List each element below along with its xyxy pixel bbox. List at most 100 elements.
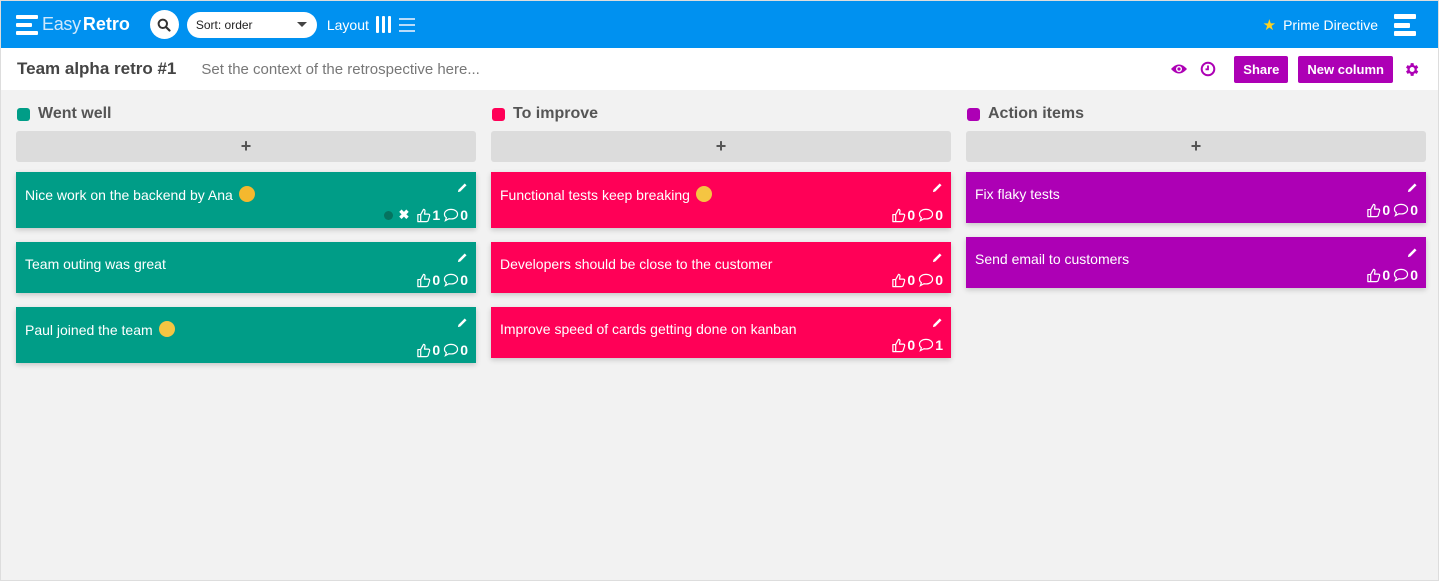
column-color-swatch bbox=[967, 107, 980, 121]
star-icon: ★ bbox=[1262, 16, 1277, 34]
add-card-button[interactable]: + bbox=[16, 131, 476, 162]
logo-icon bbox=[16, 14, 38, 35]
settings-button[interactable] bbox=[1403, 61, 1420, 78]
card-footer: 00 bbox=[1366, 202, 1418, 218]
main-menu-button[interactable] bbox=[1394, 14, 1416, 36]
like-count: 0 bbox=[1382, 267, 1391, 283]
comment-count: 0 bbox=[935, 207, 943, 223]
card-text: Fix flaky tests bbox=[966, 172, 1426, 202]
layout-rows-button[interactable] bbox=[398, 17, 415, 32]
edit-card-pencil-icon[interactable] bbox=[457, 315, 468, 333]
board-header: Team alpha retro #1 Set the context of t… bbox=[1, 48, 1438, 90]
edit-card-pencil-icon[interactable] bbox=[1407, 245, 1418, 263]
rows-icon bbox=[398, 17, 415, 20]
card-footer: 00 bbox=[1366, 267, 1418, 283]
card-list: Functional tests keep breaking 0 0 Develop… bbox=[491, 172, 951, 358]
card-footer: 00 bbox=[416, 272, 468, 288]
card[interactable]: Team outing was great 0 0 bbox=[16, 242, 476, 293]
comment-count: 0 bbox=[460, 272, 468, 288]
thumbs-up-icon bbox=[238, 186, 255, 202]
comment-bubble-icon[interactable] bbox=[1393, 268, 1409, 282]
layout-columns-button[interactable] bbox=[375, 16, 391, 34]
card[interactable]: Send email to customers 0 0 bbox=[966, 237, 1426, 288]
card-footer: 01 bbox=[891, 337, 943, 353]
prime-directive-link[interactable]: ★ Prime Directive bbox=[1263, 1, 1378, 48]
column-title[interactable]: Went well bbox=[38, 105, 112, 123]
card-text: Nice work on the backend by Ana bbox=[16, 172, 476, 203]
card-footer: 00 bbox=[416, 342, 468, 358]
crying-face-icon bbox=[695, 186, 712, 202]
column-title[interactable]: To improve bbox=[513, 105, 598, 123]
card-text-content: Nice work on the backend by Ana bbox=[25, 187, 233, 203]
column-color-swatch bbox=[17, 107, 30, 121]
like-thumbs-up-icon[interactable] bbox=[1366, 268, 1381, 283]
column-color-swatch bbox=[492, 107, 505, 121]
eye-icon bbox=[1171, 64, 1188, 74]
add-card-button[interactable]: + bbox=[966, 131, 1426, 162]
visibility-button[interactable] bbox=[1170, 63, 1188, 75]
comment-bubble-icon[interactable] bbox=[918, 338, 934, 352]
prime-directive-label: Prime Directive bbox=[1283, 16, 1378, 33]
card-text-content: Fix flaky tests bbox=[975, 186, 1060, 202]
sort-select[interactable]: Sort: order bbox=[186, 11, 317, 38]
edit-card-pencil-icon[interactable] bbox=[932, 250, 943, 268]
like-thumbs-up-icon[interactable] bbox=[416, 343, 431, 358]
column-to-improve: To improve + Functional tests keep break… bbox=[491, 101, 951, 358]
comment-bubble-icon[interactable] bbox=[918, 273, 934, 287]
card[interactable]: Functional tests keep breaking 0 0 bbox=[491, 172, 951, 228]
like-count: 0 bbox=[432, 272, 441, 288]
card[interactable]: Fix flaky tests 0 0 bbox=[966, 172, 1426, 223]
like-count: 0 bbox=[907, 337, 916, 353]
edit-card-pencil-icon[interactable] bbox=[1407, 180, 1418, 198]
column-action-items: Action items + Fix flaky tests 0 0 Send ema… bbox=[966, 101, 1426, 288]
like-count: 0 bbox=[907, 207, 916, 223]
like-count: 0 bbox=[1382, 202, 1391, 218]
like-count: 0 bbox=[907, 272, 916, 288]
column-title[interactable]: Action items bbox=[988, 105, 1084, 123]
card-text: Team outing was great bbox=[16, 242, 476, 272]
comment-bubble-icon[interactable] bbox=[1393, 203, 1409, 217]
edit-card-pencil-icon[interactable] bbox=[932, 180, 943, 198]
card[interactable]: Developers should be close to the custom… bbox=[491, 242, 951, 293]
search-icon bbox=[157, 18, 171, 32]
card-text: Developers should be close to the custom… bbox=[491, 242, 951, 272]
like-count: 0 bbox=[432, 342, 441, 358]
grinning-face-icon bbox=[158, 321, 175, 337]
like-thumbs-up-icon[interactable] bbox=[891, 208, 906, 223]
card-footer: 00 bbox=[891, 272, 943, 288]
comment-count: 0 bbox=[460, 342, 468, 358]
timer-button[interactable] bbox=[1200, 61, 1216, 77]
like-thumbs-up-icon[interactable] bbox=[891, 338, 906, 353]
card[interactable]: Nice work on the backend by Ana ✖ 1 0 bbox=[16, 172, 476, 228]
remove-vote-icon[interactable]: ✖ bbox=[399, 207, 410, 223]
comment-bubble-icon[interactable] bbox=[443, 343, 459, 357]
comment-bubble-icon[interactable] bbox=[918, 208, 934, 222]
search-button[interactable] bbox=[149, 10, 179, 39]
column-went-well: Went well + Nice work on the backend by … bbox=[16, 101, 476, 363]
card-list: Fix flaky tests 0 0 Send email to customers… bbox=[966, 172, 1426, 288]
comment-bubble-icon[interactable] bbox=[443, 273, 459, 287]
card-text: Send email to customers bbox=[966, 237, 1426, 267]
comment-bubble-icon[interactable] bbox=[443, 208, 459, 222]
edit-card-pencil-icon[interactable] bbox=[457, 250, 468, 268]
share-button[interactable]: Share bbox=[1234, 55, 1289, 83]
add-card-button[interactable]: + bbox=[491, 131, 951, 162]
board-title[interactable]: Team alpha retro #1 bbox=[17, 59, 176, 79]
comment-count: 0 bbox=[935, 272, 943, 288]
like-thumbs-up-icon[interactable] bbox=[891, 273, 906, 288]
sort-select-value: Sort: order bbox=[195, 17, 253, 32]
easyretro-logo[interactable]: Easy Retro bbox=[16, 14, 130, 35]
card[interactable]: Improve speed of cards getting done on k… bbox=[491, 307, 951, 358]
edit-card-pencil-icon[interactable] bbox=[932, 315, 943, 333]
like-thumbs-up-icon[interactable] bbox=[416, 208, 431, 223]
edit-card-pencil-icon[interactable] bbox=[457, 180, 468, 198]
like-thumbs-up-icon[interactable] bbox=[416, 273, 431, 288]
board-context-input[interactable]: Set the context of the retrospective her… bbox=[201, 61, 480, 78]
card[interactable]: Paul joined the team 00 bbox=[16, 307, 476, 363]
card-text: Functional tests keep breaking bbox=[491, 172, 951, 203]
card-text-content: Developers should be close to the custom… bbox=[500, 256, 773, 272]
layout-label: Layout bbox=[326, 16, 369, 33]
new-column-button[interactable]: New column bbox=[1298, 55, 1393, 83]
like-thumbs-up-icon[interactable] bbox=[1366, 203, 1381, 218]
card-text: Improve speed of cards getting done on k… bbox=[491, 307, 951, 337]
